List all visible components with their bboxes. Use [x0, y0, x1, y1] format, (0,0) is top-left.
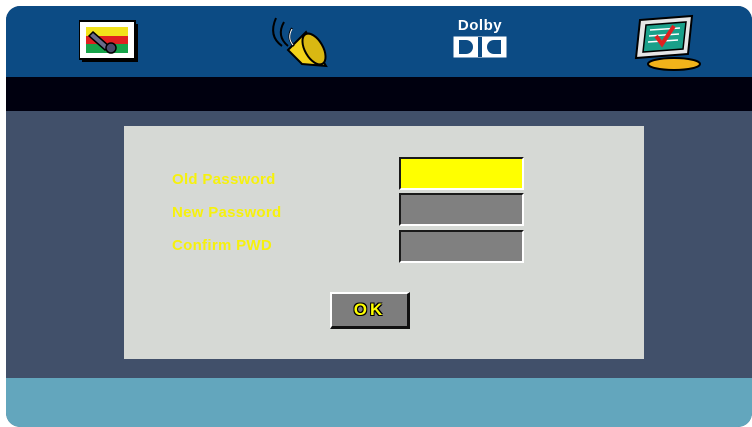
old-password-label: Old Password [172, 171, 276, 188]
speaker-icon [272, 17, 328, 68]
tv-picture-icon [79, 20, 138, 62]
osd-menu-screen: Dolby Old Password New Password Confirm … [6, 6, 752, 427]
new-password-field[interactable] [399, 193, 524, 226]
confirm-password-label: Confirm PWD [172, 237, 272, 254]
ok-button[interactable]: OK [330, 292, 410, 329]
new-password-label: New Password [172, 204, 282, 221]
status-bar [6, 378, 752, 427]
menu-title-bar [6, 77, 752, 111]
ok-button-label: OK [353, 300, 386, 319]
confirm-password-field[interactable] [399, 230, 524, 263]
menu-tab-bar: Dolby [6, 6, 752, 77]
tab-preferences[interactable] [630, 14, 702, 72]
password-dialog: Old Password New Password Confirm PWD OK [124, 126, 644, 359]
dolby-label: Dolby [457, 17, 503, 34]
checklist-monitor-icon [634, 14, 701, 71]
tab-audio-settings[interactable] [266, 16, 338, 68]
old-password-field[interactable] [399, 157, 524, 190]
dolby-logo-icon [453, 36, 507, 58]
tab-picture-settings[interactable] [79, 20, 143, 66]
tab-dolby-settings[interactable]: Dolby [450, 18, 510, 63]
